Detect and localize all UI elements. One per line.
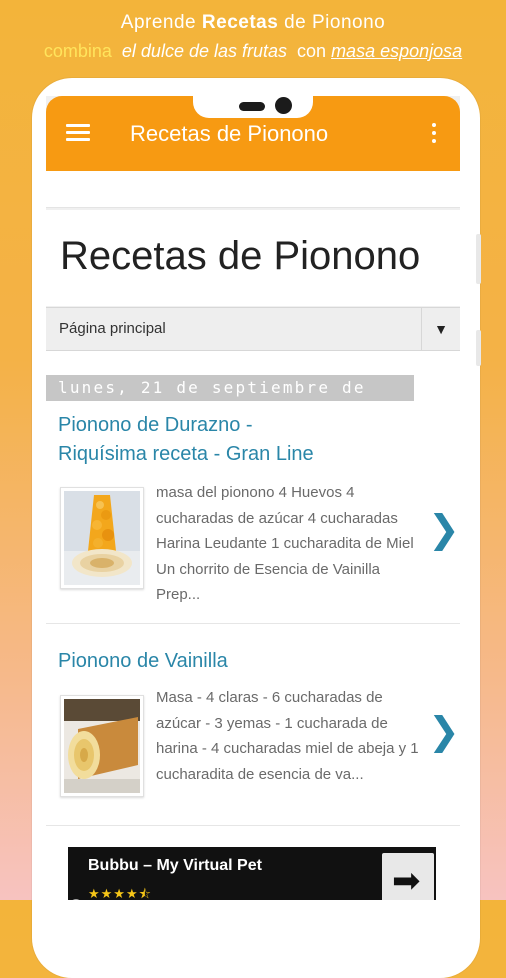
- app-screen: Recetas de Pionono Recetas de Pionono Pá…: [46, 96, 460, 900]
- promo-word: combina: [43, 41, 112, 61]
- post-item: Pionono de Durazno - Riquísima receta - …: [46, 411, 460, 624]
- post-title-line: Riquísima receta - Gran Line: [58, 443, 314, 465]
- page-select[interactable]: Página principal ▼: [46, 307, 460, 351]
- date-header: lunes, 21 de septiembre de 2020: [46, 375, 414, 423]
- post-snippet: Masa - 4 claras - 6 cucharadas de azúcar…: [156, 689, 419, 783]
- blog-title: Recetas de Pionono: [60, 234, 421, 278]
- phone-side-button: [476, 330, 481, 366]
- promo-headline: Aprende Recetas de Pionono: [0, 12, 506, 34]
- promo-italic: el dulce de las frutas: [121, 41, 287, 61]
- post-title-line: Pionono de Vainilla: [58, 650, 228, 672]
- post-snippet: masa del pionono 4 Huevos 4 cucharadas d…: [156, 484, 414, 603]
- post-title-line: Pionono de Durazno -: [58, 414, 253, 436]
- promo-underline: masa esponjosa: [331, 41, 463, 61]
- blog-header: Recetas de Pionono: [46, 210, 460, 306]
- posts-list: lunes, 21 de septiembre de 2020 Pionono …: [46, 351, 460, 900]
- app-title: Recetas de Pionono: [130, 121, 329, 146]
- speaker: [239, 102, 265, 111]
- camera: [275, 97, 292, 114]
- phone-side-button: [476, 234, 481, 284]
- kebab-icon[interactable]: [429, 123, 439, 145]
- peach-roll-image: [64, 491, 140, 585]
- ad-open-button[interactable]: ➡: [382, 853, 434, 900]
- ad-title: Bubbu – My Virtual Pet: [88, 857, 262, 874]
- page-select-value: Página principal: [59, 320, 166, 337]
- post-title-link[interactable]: Pionono de Vainilla: [58, 647, 228, 676]
- dropdown-arrow-icon: ▼: [421, 308, 460, 350]
- promo-text: de Pionono: [278, 12, 386, 33]
- top-strip: [46, 171, 460, 208]
- vanilla-roll-image: [64, 699, 140, 793]
- post-thumbnail[interactable]: [60, 695, 144, 797]
- post-thumbnail[interactable]: [60, 487, 144, 589]
- promo-bold: Recetas: [201, 12, 279, 33]
- ad-rating: ★★★★⯪: [88, 886, 152, 900]
- chevron-right-icon[interactable]: ❯: [428, 709, 460, 753]
- ad-banner[interactable]: Bubbu – My Virtual Pet ★★★★⯪ ➡ i: [68, 847, 436, 900]
- promo-text: Aprende: [120, 12, 202, 33]
- chevron-right-icon[interactable]: ❯: [428, 507, 460, 551]
- phone-notch: [193, 96, 313, 118]
- arrow-right-icon: ➡: [392, 862, 421, 900]
- post-title-link[interactable]: Pionono de Durazno - Riquísima receta - …: [58, 411, 314, 469]
- post-item: Pionono de Vainilla Masa - 4 claras - 6 …: [46, 625, 460, 826]
- promo-subline: combina el dulce de las frutas con masa …: [0, 41, 506, 62]
- hamburger-icon[interactable]: [66, 124, 90, 142]
- promo-word: con: [297, 41, 327, 61]
